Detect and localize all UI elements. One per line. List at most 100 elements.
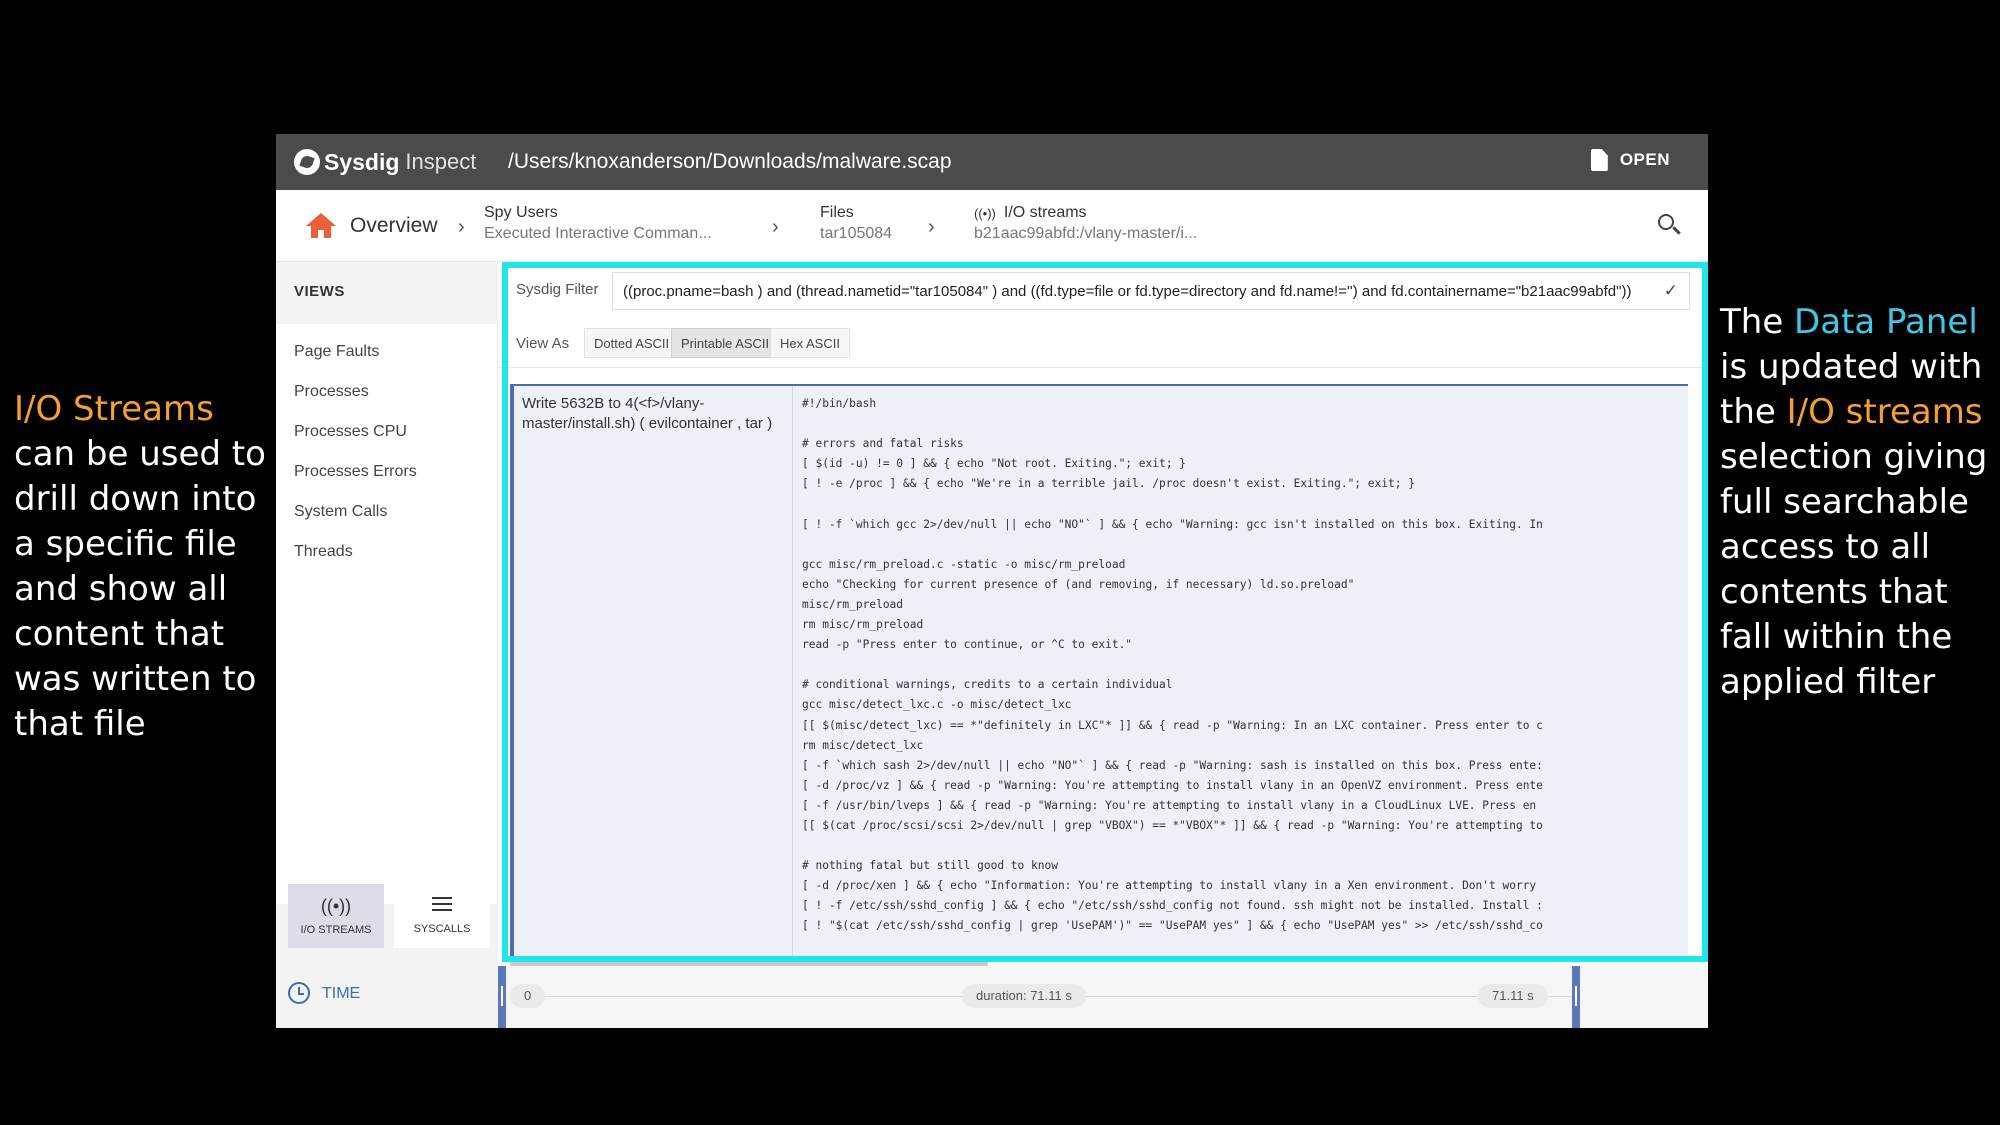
search-icon[interactable]: [1658, 214, 1681, 236]
views-title: VIEWS: [294, 283, 345, 300]
home-icon: [306, 213, 336, 239]
sysdig-filter-input[interactable]: [612, 272, 1690, 310]
view-item-processes[interactable]: Processes: [294, 383, 369, 401]
open-button-label: OPEN: [1619, 150, 1670, 169]
stream-content-line: rm misc/rm_preload: [802, 618, 924, 632]
view-item-processes-errors[interactable]: Processes Errors: [294, 463, 417, 481]
annotation-text-1: The: [1720, 302, 1795, 342]
view-as-printable-ascii[interactable]: Printable ASCII: [671, 328, 780, 358]
stream-content-line: echo "Checking for current presence of (…: [802, 577, 1355, 591]
stream-content-line: [802, 414, 1688, 434]
check-icon[interactable]: ✓: [1664, 281, 1678, 301]
stream-content-line: read -p "Press enter to continue, or ^C …: [802, 638, 1133, 652]
data-panel: Sysdig Filter ✓ View As Dotted ASCII Pri…: [498, 262, 1708, 958]
filter-row: Sysdig Filter ✓: [498, 262, 1708, 318]
stream-content-line: gcc misc/detect_lxc.c -o misc/detect_lxc: [802, 698, 1072, 712]
clock-icon: [288, 982, 310, 1004]
crumb-title: Files: [820, 204, 854, 221]
stream-content-line: [ -f /usr/bin/lveps ] && { read -p "Warn…: [802, 798, 1537, 812]
io-streams-icon: ((•)): [974, 205, 996, 221]
io-stream-entry: Write 5632B to 4(<f>/vlany-master/instal…: [510, 384, 1688, 958]
app-name: Sysdig: [324, 148, 400, 175]
time-bar[interactable]: TIME: [276, 960, 498, 1028]
breadcrumb-io-streams[interactable]: ((•)) I/O streams b21aac99abfd:/vlany-mas…: [974, 204, 1197, 243]
annotation-text: can be used to drill down into a specifi…: [14, 434, 266, 744]
stream-content-line: [ ! -f `which gcc 2>/dev/null || echo "N…: [802, 517, 1543, 531]
right-annotation: The Data Panel is updated with the I/O s…: [1720, 300, 2000, 705]
timeline-end-handle[interactable]: [1572, 966, 1580, 1028]
annotation-text-3: selection giving full searchable access …: [1720, 437, 1988, 702]
annotation-highlight-data-panel: Data Panel: [1794, 302, 1978, 342]
breadcrumb-files[interactable]: Files tar105084: [820, 204, 892, 243]
stream-content-line: [ -d /proc/vz ] && { read -p "Warning: Y…: [802, 778, 1543, 792]
timeline-end-label: 71.11 s: [1478, 984, 1548, 1008]
chevron-right-icon: ›: [928, 216, 935, 238]
timeline-start-label: 0: [510, 984, 546, 1008]
crumb-subtitle: b21aac99abfd:/vlany-master/i...: [974, 225, 1198, 242]
document-icon: [1590, 149, 1608, 171]
stream-content-line: [[ $(cat /proc/scsi/scsi 2>/dev/null | g…: [802, 818, 1543, 832]
stream-content-line: # nothing fatal but still good to know: [802, 859, 1058, 873]
sysdig-filter-label: Sysdig Filter: [516, 281, 599, 298]
timeline-duration-label: duration: 71.11 s: [962, 984, 1086, 1008]
breadcrumb-spy-users[interactable]: Spy Users Executed Interactive Comman...: [484, 204, 712, 243]
syscalls-label: SYSCALLS: [413, 923, 471, 935]
stream-content-line: rm misc/detect_lxc: [802, 738, 924, 752]
open-button[interactable]: OPEN: [1590, 149, 1670, 171]
time-label: TIME: [322, 985, 361, 1002]
io-streams-button[interactable]: ((•)) I/O STREAMS: [288, 884, 384, 948]
stream-content-line: [ $(id -u) != 0 ] && { echo "Not root. E…: [802, 457, 1186, 471]
stream-content-line: [[ $(misc/detect_lxc) == *"definitely in…: [802, 718, 1543, 732]
stream-content-line: [802, 655, 1688, 675]
stream-content[interactable]: #!/bin/bash # errors and fatal risks [ $(i…: [802, 394, 1688, 954]
view-item-processes-cpu[interactable]: Processes CPU: [294, 423, 407, 441]
stream-content-line: [ -d /proc/xen ] && { echo "Information:…: [802, 879, 1537, 893]
io-streams-label: I/O STREAMS: [300, 924, 372, 936]
stream-content-line: # errors and fatal risks: [802, 437, 964, 451]
stream-content-line: gcc misc/rm_preload.c -static -o misc/rm…: [802, 557, 1126, 571]
stream-description: Write 5632B to 4(<f>/vlany-master/instal…: [522, 395, 773, 432]
sysdig-inspect-window: Sysdig Inspect /Users/knoxanderson/Downl…: [276, 134, 1708, 1028]
capture-file-path: /Users/knoxanderson/Downloads/malware.sc…: [508, 150, 952, 173]
stream-content-line: [802, 494, 1688, 514]
crumb-subtitle: tar105084: [820, 225, 893, 242]
sysdig-logo-icon: [294, 149, 320, 175]
stream-content-line: [ -f `which sash 2>/dev/null || echo "NO…: [802, 758, 1543, 772]
sidebar: VIEWS Page Faults Processes Processes CP…: [276, 262, 498, 1028]
sysdig-logo: Sysdig Inspect: [294, 147, 476, 177]
crumb-title: I/O streams: [1003, 204, 1087, 221]
left-annotation: I/O Streams can be used to drill down in…: [14, 387, 276, 747]
breadcrumb-overview[interactable]: Overview: [306, 213, 438, 239]
io-streams-icon: ((•)): [320, 896, 352, 916]
divider: [792, 386, 793, 958]
chevron-right-icon: ›: [772, 216, 779, 238]
view-as-dotted-ascii[interactable]: Dotted ASCII: [584, 328, 680, 358]
view-item-threads[interactable]: Threads: [294, 543, 353, 561]
view-item-system-calls[interactable]: System Calls: [294, 503, 387, 521]
overview-label: Overview: [350, 214, 438, 237]
stream-content-line: #!/bin/bash: [802, 397, 877, 410]
views-list: Page Faults Processes Processes CPU Proc…: [276, 324, 498, 904]
title-bar: Sysdig Inspect /Users/knoxanderson/Downl…: [276, 134, 1708, 190]
timeline: 0 duration: 71.11 s 71.11 s: [498, 966, 1708, 1028]
lines-icon: [432, 897, 452, 911]
syscalls-button[interactable]: SYSCALLS: [394, 884, 490, 948]
stream-marker: [510, 386, 514, 958]
stream-content-line: # conditional warnings, credits to a cer…: [802, 678, 1173, 692]
stream-content-line: [802, 535, 1688, 555]
chevron-right-icon: ›: [458, 216, 465, 238]
stream-content-line: misc/rm_preload: [802, 597, 904, 611]
crumb-subtitle: Executed Interactive Comman...: [484, 225, 712, 242]
view-as-hex-ascii[interactable]: Hex ASCII: [770, 328, 850, 358]
stream-content-line: [ ! -f /etc/ssh/sshd_config ] && { echo …: [802, 899, 1543, 913]
annotation-highlight-io-streams: I/O streams: [1786, 392, 1983, 432]
app-name-suffix: Inspect: [405, 149, 477, 174]
mode-bar: ((•)) I/O STREAMS SYSCALLS: [276, 884, 498, 952]
timeline-start-handle[interactable]: [498, 966, 506, 1028]
view-as-label: View As: [516, 335, 570, 352]
view-item-page-faults[interactable]: Page Faults: [294, 343, 379, 361]
crumb-title: Spy Users: [484, 204, 558, 221]
stream-content-line: [ ! -e /proc ] && { echo "We're in a ter…: [802, 477, 1415, 491]
stream-content-line: [ ! "$(cat /etc/ssh/sshd_config | grep '…: [802, 919, 1543, 933]
stream-content-line: [802, 836, 1688, 856]
